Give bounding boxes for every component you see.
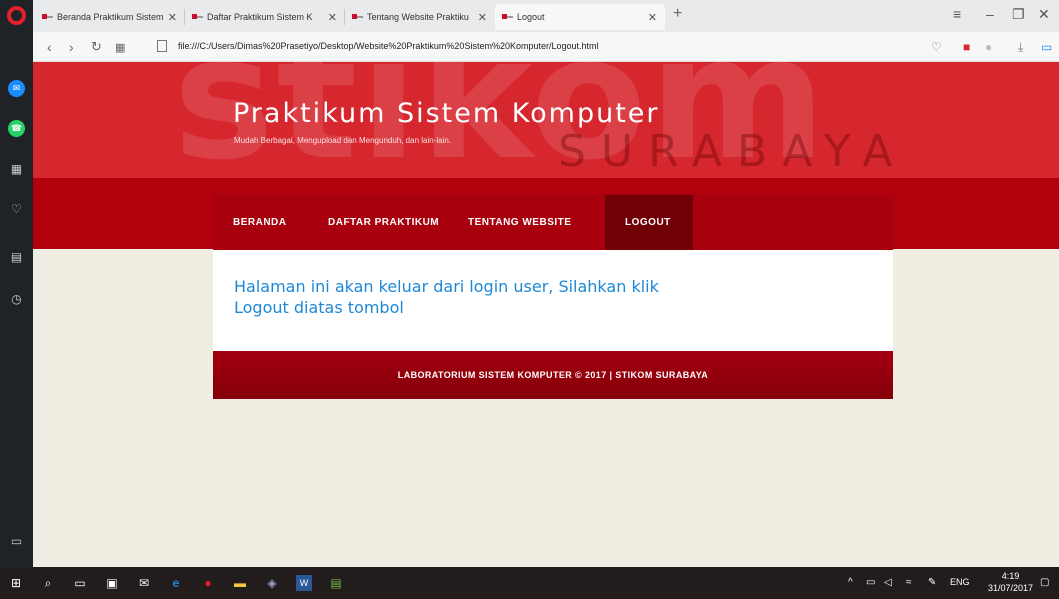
volume-icon[interactable]: ◁ bbox=[884, 577, 892, 588]
edge-icon[interactable]: e bbox=[168, 575, 184, 591]
sidebar-toggle-icon[interactable]: ▭ bbox=[8, 532, 25, 549]
language-indicator[interactable]: ENG bbox=[950, 577, 970, 587]
task-view-icon[interactable]: ▭ bbox=[72, 575, 88, 591]
tab-label: Daftar Praktikum Sistem K bbox=[207, 12, 313, 22]
history-clock-icon[interactable]: ◷ bbox=[8, 290, 25, 307]
extension-circle-icon[interactable]: ● bbox=[985, 40, 992, 54]
search-icon[interactable]: ⌕ bbox=[40, 575, 56, 591]
nav-logout[interactable]: LOGOUT bbox=[605, 195, 693, 250]
speed-dial-icon[interactable]: ▦ bbox=[8, 160, 25, 177]
site-footer: LABORATORIUM SISTEM KOMPUTER © 2017 | ST… bbox=[213, 351, 893, 399]
tab-strip: Beranda Praktikum Sistem ✕ Daftar Prakti… bbox=[33, 0, 1059, 32]
page-viewport: stikom SURABAYA Praktikum Sistem Kompute… bbox=[33, 62, 1059, 567]
tab-label: Logout bbox=[517, 12, 545, 22]
app-icon[interactable]: ◈ bbox=[264, 575, 280, 591]
footer-text: LABORATORIUM SISTEM KOMPUTER © 2017 | ST… bbox=[397, 370, 709, 380]
tab-menu-icon[interactable]: ≡ bbox=[953, 6, 961, 22]
clock-time: 4:19 bbox=[1001, 571, 1020, 581]
tab-favicon-icon bbox=[192, 13, 203, 21]
new-tab-button[interactable]: + bbox=[673, 5, 682, 23]
reload-icon[interactable]: ↻ bbox=[91, 39, 102, 55]
tab-label: Tentang Website Praktiku bbox=[367, 12, 469, 22]
tab-logout[interactable]: Logout ✕ bbox=[495, 4, 665, 30]
windows-taskbar: ⊞ ⌕ ▭ ▣ ✉ e ● ▬ ◈ W ▤ ^ ▭ ◁ ≈ ✎ ENG 4:19… bbox=[0, 567, 1059, 599]
messenger-icon[interactable]: ✉ bbox=[8, 80, 25, 97]
tab-close-icon[interactable]: ✕ bbox=[328, 11, 337, 24]
pen-icon[interactable]: ✎ bbox=[928, 577, 936, 588]
tab-favicon-icon bbox=[42, 13, 53, 21]
site-tagline: Mudah Berbagai, Mengupload dan Mengunduh… bbox=[234, 136, 452, 145]
whatsapp-icon[interactable]: ☎ bbox=[8, 120, 25, 137]
tab-close-icon[interactable]: ✕ bbox=[168, 11, 177, 24]
opera-logo-icon[interactable] bbox=[7, 6, 26, 25]
bookmark-heart-icon[interactable]: ♡ bbox=[931, 40, 942, 54]
tab-close-icon[interactable]: ✕ bbox=[478, 11, 487, 24]
url-field[interactable]: file:///C:/Users/Dimas%20Prasetiyo/Deskt… bbox=[178, 41, 599, 51]
page-icon bbox=[157, 40, 167, 52]
tab-tentang[interactable]: Tentang Website Praktiku ✕ bbox=[345, 4, 495, 30]
logout-message: Halaman ini akan keluar dari login user,… bbox=[234, 277, 659, 317]
extension-icon[interactable]: ■ bbox=[963, 40, 970, 54]
nav-beranda[interactable]: BERANDA bbox=[213, 195, 307, 250]
browser-sidebar: ✉ ☎ ▦ ♡ ▤ ◷ ▭ bbox=[0, 0, 33, 567]
store-icon[interactable]: ▣ bbox=[104, 575, 120, 591]
tab-beranda[interactable]: Beranda Praktikum Sistem ✕ bbox=[35, 4, 185, 30]
windows-start-icon[interactable]: ⊞ bbox=[8, 575, 24, 591]
close-window-icon[interactable]: ✕ bbox=[1038, 6, 1050, 23]
opera-taskbar-icon[interactable]: ● bbox=[200, 575, 216, 591]
news-icon[interactable]: ▤ bbox=[8, 248, 25, 265]
tab-favicon-icon bbox=[502, 13, 513, 21]
surabaya-watermark: SURABAYA bbox=[558, 126, 908, 177]
notification-icon[interactable]: ▢ bbox=[1040, 577, 1049, 588]
speed-dial-button-icon[interactable]: ▦ bbox=[115, 41, 125, 54]
tab-label: Beranda Praktikum Sistem bbox=[57, 12, 164, 22]
tab-favicon-icon bbox=[352, 13, 363, 21]
image-app-icon[interactable]: ▤ bbox=[328, 575, 344, 591]
clock[interactable]: 4:19 31/07/2017 bbox=[988, 570, 1033, 594]
nav-daftar-praktikum[interactable]: DAFTAR PRAKTIKUM bbox=[308, 195, 459, 250]
tab-close-icon[interactable]: ✕ bbox=[648, 11, 657, 24]
restore-icon[interactable]: ❐ bbox=[1012, 6, 1025, 23]
word-icon[interactable]: W bbox=[296, 575, 312, 591]
wifi-icon[interactable]: ≈ bbox=[906, 577, 912, 588]
address-bar: ‹ › ↻ ▦ file:///C:/Users/Dimas%20Praseti… bbox=[33, 32, 1059, 62]
nav-tentang-website[interactable]: TENTANG WEBSITE bbox=[448, 195, 591, 250]
tab-daftar[interactable]: Daftar Praktikum Sistem K ✕ bbox=[185, 4, 345, 30]
download-icon[interactable]: ⤓ bbox=[1018, 40, 1023, 55]
site-title: Praktikum Sistem Komputer bbox=[233, 98, 660, 129]
battery-tray-icon[interactable]: ▭ bbox=[866, 577, 875, 588]
mail-icon[interactable]: ✉ bbox=[136, 575, 152, 591]
minimize-icon[interactable]: – bbox=[986, 6, 994, 22]
forward-icon[interactable]: › bbox=[69, 39, 74, 55]
content-panel: Halaman ini akan keluar dari login user,… bbox=[213, 250, 893, 351]
bookmarks-heart-icon[interactable]: ♡ bbox=[8, 200, 25, 217]
tray-expand-icon[interactable]: ^ bbox=[848, 577, 853, 588]
clock-date: 31/07/2017 bbox=[988, 583, 1034, 593]
file-explorer-icon[interactable]: ▬ bbox=[232, 575, 248, 591]
battery-icon[interactable]: ▭ bbox=[1041, 40, 1052, 54]
main-navigation: BERANDA DAFTAR PRAKTIKUM TENTANG WEBSITE… bbox=[213, 195, 893, 250]
back-icon[interactable]: ‹ bbox=[47, 39, 52, 55]
